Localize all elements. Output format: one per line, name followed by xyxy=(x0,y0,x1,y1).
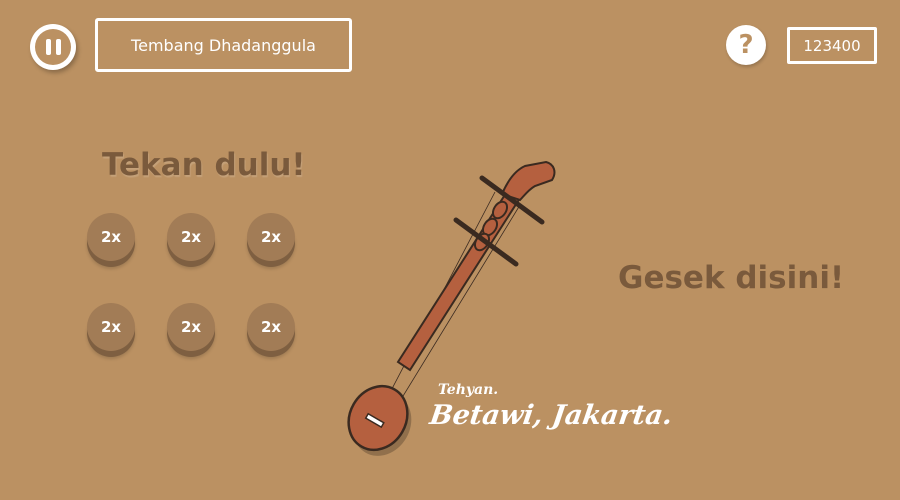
question-mark-icon: ? xyxy=(738,30,754,60)
help-button[interactable]: ? xyxy=(726,25,766,65)
bow-instruction-heading: Gesek disini! xyxy=(618,260,845,296)
tap-button-4[interactable]: 2x xyxy=(87,303,135,351)
tap-button-2[interactable]: 2x xyxy=(167,213,215,261)
instrument-origin: Betawi, Jakarta. xyxy=(427,400,675,431)
pause-button[interactable] xyxy=(30,24,76,70)
tap-button-1[interactable]: 2x xyxy=(87,213,135,261)
tap-button-6[interactable]: 2x xyxy=(247,303,295,351)
tap-instruction-heading: Tekan dulu! xyxy=(102,147,306,183)
score-display: 123400 xyxy=(787,27,877,64)
tap-button-3[interactable]: 2x xyxy=(247,213,295,261)
pause-icon xyxy=(35,29,71,65)
instrument-name: Tehyan. xyxy=(438,382,499,398)
tap-button-5[interactable]: 2x xyxy=(167,303,215,351)
song-title: Tembang Dhadanggula xyxy=(95,18,352,72)
